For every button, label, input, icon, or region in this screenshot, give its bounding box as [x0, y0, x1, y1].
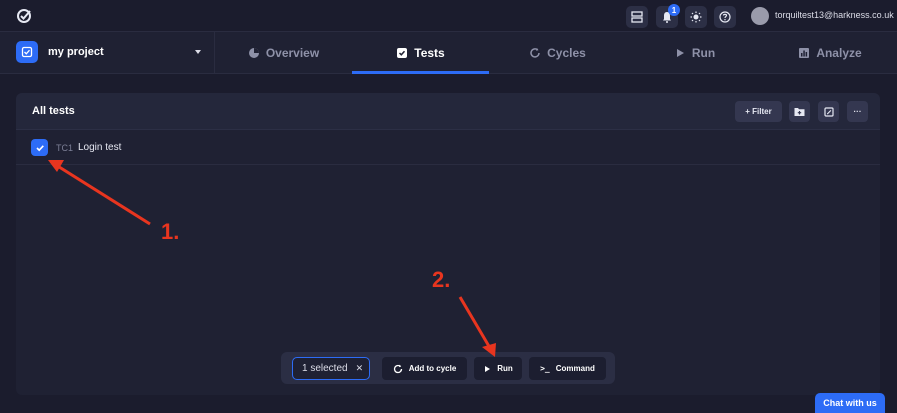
help-icon[interactable] — [714, 6, 736, 28]
selection-chip: 1 selected ✕ — [292, 357, 370, 380]
panel-header: All tests + Filter ··· — [16, 93, 880, 130]
tab-overview[interactable]: Overview — [215, 32, 352, 74]
command-button[interactable]: >_ Command — [529, 357, 606, 380]
panel-title: All tests — [32, 105, 75, 117]
tab-run-label: Run — [691, 46, 716, 60]
tests-panel: All tests + Filter ··· TC1 Login test — [16, 93, 880, 395]
test-name[interactable]: Login test — [78, 142, 121, 153]
more-options-button[interactable]: ··· — [847, 101, 868, 122]
checkbox-icon — [397, 48, 408, 58]
bar-chart-icon — [799, 48, 810, 58]
annotation-step-2: 2. — [432, 267, 451, 292]
chevron-down-icon — [195, 50, 201, 54]
add-to-cycle-button[interactable]: Add to cycle — [382, 357, 467, 380]
tab-cycles-label: Cycles — [547, 46, 586, 60]
terminal-icon: >_ — [540, 364, 550, 373]
user-email[interactable]: torquiltest13@harkness.co.uk — [775, 10, 894, 20]
run-button[interactable]: Run — [474, 357, 522, 380]
play-icon — [676, 49, 684, 57]
chat-with-us-button[interactable]: Chat with us — [815, 393, 885, 413]
tab-analyze-label: Analyze — [816, 46, 862, 60]
project-name: my project — [48, 46, 104, 58]
tab-run[interactable]: Run — [626, 32, 763, 74]
play-icon — [485, 365, 491, 372]
project-check-icon — [16, 41, 38, 63]
pie-chart-icon — [248, 48, 259, 58]
filter-button[interactable]: + Filter — [735, 101, 782, 122]
run-label: Run — [497, 364, 513, 373]
layout-toggle-icon[interactable] — [626, 6, 648, 28]
new-folder-icon[interactable] — [789, 101, 810, 122]
project-selector[interactable]: my project — [0, 32, 215, 74]
checkmark-icon — [35, 144, 44, 151]
annotation-step-1: 1. — [161, 219, 180, 244]
theme-sun-icon[interactable] — [685, 6, 707, 28]
table-row[interactable]: TC1 Login test — [16, 130, 880, 165]
test-id: TC1 — [56, 143, 74, 153]
tab-tests-label: Tests — [414, 46, 445, 60]
new-test-icon[interactable] — [818, 101, 839, 122]
notification-badge: 1 — [668, 4, 680, 16]
add-to-cycle-label: Add to cycle — [408, 364, 457, 373]
tab-analyze[interactable]: Analyze — [763, 32, 897, 74]
tab-tests[interactable]: Tests — [352, 32, 489, 74]
active-tab-indicator — [352, 71, 489, 74]
cycle-icon — [393, 364, 402, 373]
cycle-icon — [530, 48, 540, 58]
avatar[interactable] — [751, 7, 769, 25]
row-checkbox[interactable] — [31, 139, 48, 156]
tab-overview-label: Overview — [265, 46, 320, 60]
clear-selection-icon[interactable]: ✕ — [356, 363, 364, 374]
selected-count: 1 selected — [302, 363, 348, 374]
tab-cycles[interactable]: Cycles — [489, 32, 626, 74]
command-label: Command — [555, 364, 595, 373]
app-logo-icon[interactable] — [16, 8, 32, 24]
